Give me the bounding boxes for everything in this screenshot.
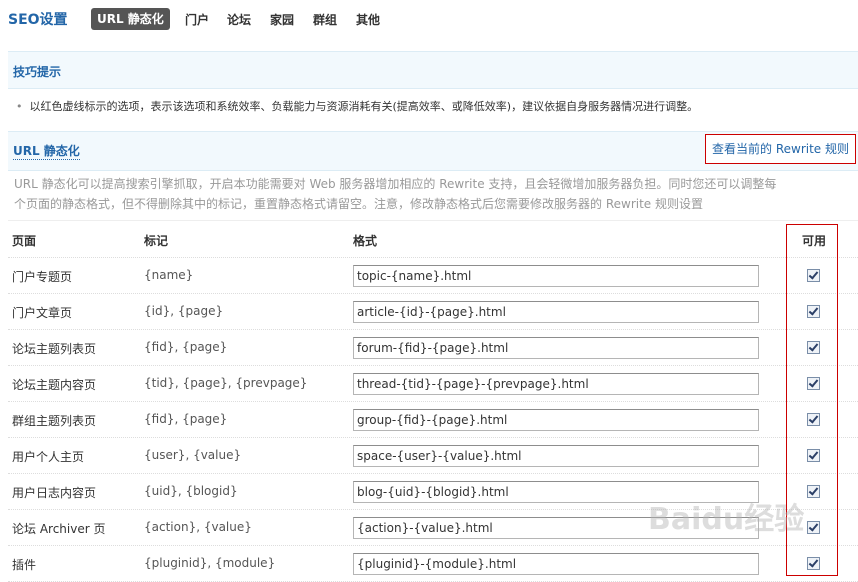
bullet-icon: • bbox=[16, 100, 23, 113]
tab-other[interactable]: 其他 bbox=[356, 11, 380, 28]
table-row: 门户专题页 {name} bbox=[8, 258, 858, 294]
format-input[interactable] bbox=[353, 553, 759, 575]
page-name: 插件 bbox=[12, 558, 37, 572]
page-name: 群组主题列表页 bbox=[12, 414, 97, 428]
enabled-checkbox[interactable] bbox=[807, 449, 820, 462]
format-input[interactable] bbox=[353, 265, 759, 287]
table-row: 插件 {pluginid}, {module} bbox=[8, 546, 858, 582]
table-row: 群组主题列表页 {fid}, {page} bbox=[8, 402, 858, 438]
format-input[interactable] bbox=[353, 409, 759, 431]
page-marks: {id}, {page} bbox=[144, 304, 224, 318]
tab-home[interactable]: 家园 bbox=[270, 11, 294, 28]
enabled-checkbox[interactable] bbox=[807, 557, 820, 570]
table-row: 用户个人主页 {user}, {value} bbox=[8, 438, 858, 474]
description-line: URL 静态化可以提高搜索引擎抓取，开启本功能需要对 Web 服务器增加相应的 … bbox=[14, 177, 777, 191]
enabled-checkbox[interactable] bbox=[807, 377, 820, 390]
col-header-available: 可用 bbox=[802, 234, 827, 248]
page-name: 论坛主题内容页 bbox=[12, 378, 97, 392]
tip-item: • 以红色虚线标示的选项，表示该选项和系统效率、负载能力与资源消耗有关(提高效率、… bbox=[16, 98, 698, 114]
url-static-description: URL 静态化可以提高搜索引擎抓取，开启本功能需要对 Web 服务器增加相应的 … bbox=[14, 174, 804, 214]
enabled-checkbox[interactable] bbox=[807, 521, 820, 534]
page-name: 论坛 Archiver 页 bbox=[12, 522, 106, 536]
page-marks: {name} bbox=[144, 268, 194, 282]
view-rewrite-rules-button[interactable]: 查看当前的 Rewrite 规则 bbox=[705, 134, 856, 164]
enabled-checkbox[interactable] bbox=[807, 305, 820, 318]
url-static-title: URL 静态化 bbox=[13, 144, 80, 160]
url-static-header: URL 静态化 查看当前的 Rewrite 规则 bbox=[8, 131, 858, 171]
page-marks: {pluginid}, {module} bbox=[144, 556, 276, 570]
table-row: 门户文章页 {id}, {page} bbox=[8, 294, 858, 330]
top-nav: SEO设置 URL 静态化 门户 论坛 家园 群组 其他 bbox=[0, 0, 858, 38]
tab-group[interactable]: 群组 bbox=[313, 11, 337, 28]
page-marks: {tid}, {page}, {prevpage} bbox=[144, 376, 308, 390]
tab-url-static[interactable]: URL 静态化 bbox=[91, 8, 170, 30]
enabled-checkbox[interactable] bbox=[807, 269, 820, 282]
format-input[interactable] bbox=[353, 481, 759, 503]
tab-forum[interactable]: 论坛 bbox=[227, 11, 251, 28]
page-marks: {uid}, {blogid} bbox=[144, 484, 238, 498]
url-format-table: 页面 标记 格式 可用 门户专题页 {name} 门户文章页 {id}, {page}… bbox=[8, 220, 858, 582]
table-row: 论坛主题内容页 {tid}, {page}, {prevpage} bbox=[8, 366, 858, 402]
format-input[interactable] bbox=[353, 337, 759, 359]
col-header-page: 页面 bbox=[12, 234, 37, 248]
description-line: 个页面的静态格式，但不得删除其中的标记，重置静态格式请留空。注意，修改静态格式后… bbox=[14, 197, 703, 211]
table-row: 用户日志内容页 {uid}, {blogid} bbox=[8, 474, 858, 510]
col-header-mark: 标记 bbox=[144, 234, 169, 248]
tips-title: 技巧提示 bbox=[13, 65, 62, 79]
table-row: 论坛 Archiver 页 {action}, {value} bbox=[8, 510, 858, 546]
page-name: 用户日志内容页 bbox=[12, 486, 97, 500]
page-name: 用户个人主页 bbox=[12, 450, 85, 464]
page-name: 门户专题页 bbox=[12, 270, 73, 284]
enabled-checkbox[interactable] bbox=[807, 341, 820, 354]
page-marks: {user}, {value} bbox=[144, 448, 242, 462]
table-row: 论坛主题列表页 {fid}, {page} bbox=[8, 330, 858, 366]
format-input[interactable] bbox=[353, 301, 759, 323]
page-title: SEO设置 bbox=[8, 12, 68, 28]
page-name: 论坛主题列表页 bbox=[12, 342, 97, 356]
format-input[interactable] bbox=[353, 445, 759, 467]
enabled-checkbox[interactable] bbox=[807, 485, 820, 498]
format-input[interactable] bbox=[353, 373, 759, 395]
page-name: 门户文章页 bbox=[12, 306, 73, 320]
format-input[interactable] bbox=[353, 517, 759, 539]
tips-header: 技巧提示 bbox=[8, 51, 858, 89]
tab-portal[interactable]: 门户 bbox=[185, 11, 209, 28]
page-marks: {fid}, {page} bbox=[144, 412, 228, 426]
page-marks: {action}, {value} bbox=[144, 520, 252, 534]
enabled-checkbox[interactable] bbox=[807, 413, 820, 426]
tip-text: 以红色虚线标示的选项，表示该选项和系统效率、负载能力与资源消耗有关(提高效率、或… bbox=[29, 100, 699, 113]
page-marks: {fid}, {page} bbox=[144, 340, 228, 354]
table-header: 页面 标记 格式 可用 bbox=[8, 220, 858, 258]
col-header-format: 格式 bbox=[353, 234, 378, 248]
